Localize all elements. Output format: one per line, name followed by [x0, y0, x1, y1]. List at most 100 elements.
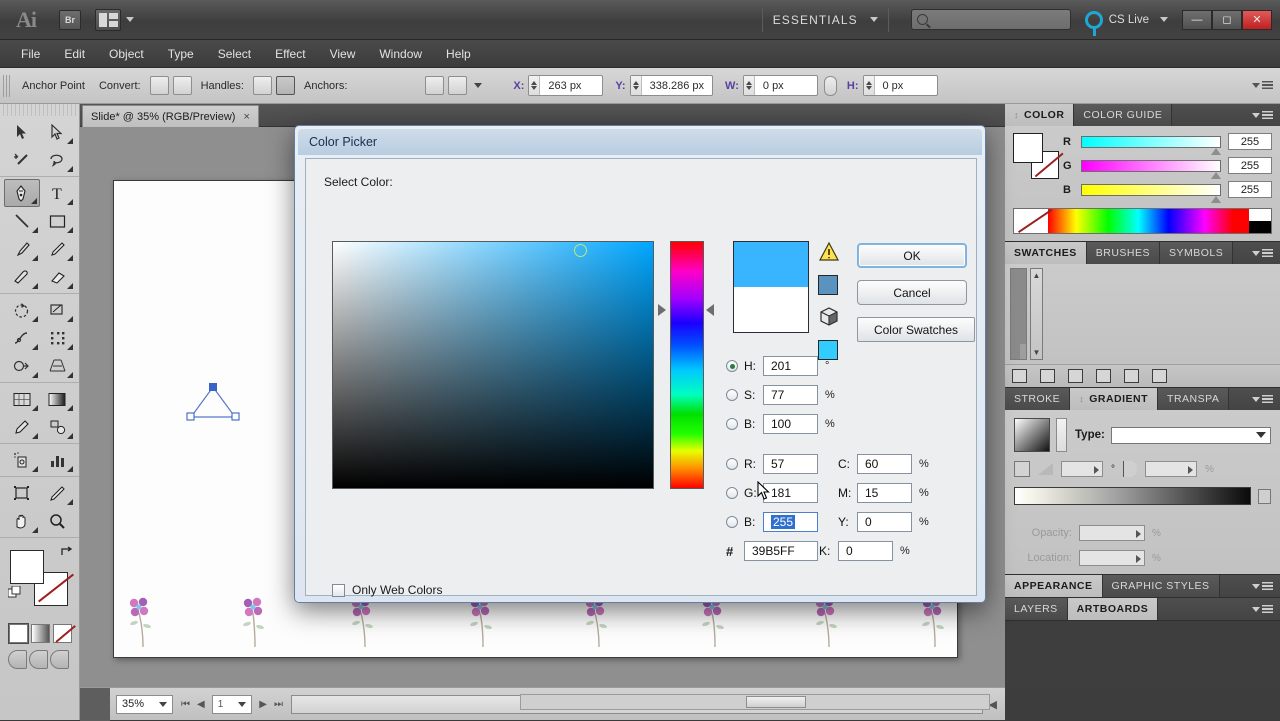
spectrum-ramp[interactable]: [1048, 209, 1249, 233]
color-spectrum-ramp[interactable]: [1013, 208, 1272, 234]
tab-layers[interactable]: LAYERS: [1005, 598, 1068, 620]
symbol-sprayer-tool[interactable]: [4, 446, 40, 474]
appearance-panel-menu-icon[interactable]: [1245, 575, 1280, 597]
magic-wand-tool[interactable]: [4, 146, 40, 174]
rectangle-tool[interactable]: [40, 207, 76, 235]
anchors-chevron-down-icon[interactable]: [474, 83, 483, 88]
cs-live-menu[interactable]: CS Live: [1084, 10, 1168, 36]
tab-appearance[interactable]: APPEARANCE: [1005, 575, 1103, 597]
triangle-shape[interactable]: [182, 381, 244, 425]
saturation-brightness-field[interactable]: [332, 241, 654, 489]
arrange-chevron-down-icon[interactable]: [126, 17, 134, 22]
y-field[interactable]: 338.286 px: [629, 75, 714, 96]
panel-fill-stroke[interactable]: [1013, 133, 1059, 179]
restore-button[interactable]: ◻: [1212, 9, 1242, 30]
gradient-opacity-input[interactable]: [1079, 525, 1145, 541]
y-stepper[interactable]: [630, 76, 642, 95]
tab-color-guide[interactable]: COLOR GUIDE: [1074, 104, 1173, 126]
direct-selection-tool[interactable]: [40, 118, 76, 146]
column-graph-tool[interactable]: [40, 446, 76, 474]
workspace-chevron-down-icon[interactable]: [869, 17, 878, 22]
channel-b-value[interactable]: 255: [1228, 181, 1272, 198]
gradient-type-select[interactable]: [1110, 426, 1271, 444]
distribute-anchors-icon[interactable]: [448, 76, 468, 95]
normal-screen-mode[interactable]: [8, 650, 27, 669]
none-fill-mode[interactable]: [53, 624, 72, 643]
color-field-cursor[interactable]: [574, 244, 587, 257]
gradient-preview-swatch[interactable]: [1014, 418, 1050, 452]
cyan-input[interactable]: 60: [857, 454, 912, 474]
color-fill-mode[interactable]: [8, 623, 29, 644]
swatch-libraries-icon[interactable]: [1012, 369, 1027, 383]
tab-symbols[interactable]: SYMBOLS: [1160, 242, 1234, 264]
swap-fill-stroke-icon[interactable]: [61, 546, 73, 558]
gradient-aspect-input[interactable]: [1145, 461, 1197, 477]
zoom-level-combo[interactable]: 35%: [116, 694, 174, 714]
menu-file[interactable]: File: [10, 43, 51, 65]
show-handles-icon[interactable]: [252, 76, 272, 95]
gradient-panel-menu-icon[interactable]: [1245, 388, 1280, 410]
tab-artboards[interactable]: ARTBOARDS: [1067, 598, 1159, 620]
tab-brushes[interactable]: BRUSHES: [1086, 242, 1160, 264]
tab-transparency[interactable]: TRANSPA: [1158, 388, 1230, 410]
swatch-options-icon[interactable]: [1068, 369, 1083, 383]
swatch-grid[interactable]: [1010, 268, 1027, 360]
tab-graphic-styles[interactable]: GRAPHIC STYLES: [1102, 575, 1220, 597]
color-panel-menu-icon[interactable]: [1245, 104, 1280, 126]
fill-swatch[interactable]: [10, 550, 44, 584]
pen-tool[interactable]: [4, 179, 40, 207]
scale-tool[interactable]: [40, 296, 76, 324]
white-black-swatch[interactable]: [1249, 209, 1271, 233]
menu-select[interactable]: Select: [207, 43, 262, 65]
swatch-cell[interactable]: [1025, 329, 1026, 344]
radio-red[interactable]: [726, 458, 738, 470]
zoom-chevron-down-icon[interactable]: [159, 701, 168, 707]
layers-panel-menu-icon[interactable]: [1245, 598, 1280, 620]
color-picker-dialog[interactable]: Color Picker Select Color: OK Cancel Col…: [294, 125, 986, 603]
saturation-input[interactable]: 77: [763, 385, 818, 405]
new-color-preview[interactable]: [734, 242, 808, 287]
gradient-preset-dropdown[interactable]: [1056, 418, 1067, 452]
hue-slider[interactable]: [670, 241, 704, 489]
ok-button[interactable]: OK: [857, 243, 967, 268]
brightness-input[interactable]: 100: [763, 414, 818, 434]
h-stepper[interactable]: [863, 76, 875, 95]
shape-builder-tool[interactable]: [4, 352, 40, 380]
paintbrush-tool[interactable]: [4, 235, 40, 263]
fullscreen-menubar-mode[interactable]: [29, 650, 48, 669]
fullscreen-mode[interactable]: [50, 650, 69, 669]
menu-edit[interactable]: Edit: [53, 43, 96, 65]
eyedropper-tool[interactable]: [4, 413, 40, 441]
only-web-colors-checkbox[interactable]: [332, 583, 345, 597]
tools-panel-grip[interactable]: [0, 104, 79, 116]
selection-tool[interactable]: [4, 118, 40, 146]
menu-type[interactable]: Type: [157, 43, 205, 65]
close-icon[interactable]: ×: [243, 111, 249, 123]
artboard-chevron-down-icon[interactable]: [238, 701, 247, 707]
free-transform-tool[interactable]: [40, 324, 76, 352]
radio-brightness[interactable]: [726, 418, 738, 430]
channel-g-slider[interactable]: [1081, 159, 1221, 179]
hand-tool[interactable]: [4, 507, 40, 535]
blob-brush-tool[interactable]: [4, 263, 40, 291]
align-anchors-icon[interactable]: [425, 76, 445, 95]
first-artboard-icon[interactable]: ⏮: [181, 699, 190, 710]
gradient-location-input[interactable]: [1079, 550, 1145, 566]
pencil-tool[interactable]: [40, 235, 76, 263]
menu-object[interactable]: Object: [98, 43, 155, 65]
gradient-tool[interactable]: [40, 385, 76, 413]
tab-color[interactable]: ↕ COLOR: [1005, 104, 1075, 126]
hide-handles-icon[interactable]: [275, 76, 295, 95]
convert-to-corner-icon[interactable]: [149, 76, 169, 95]
channel-r-slider[interactable]: [1081, 135, 1221, 155]
tab-stroke[interactable]: STROKE: [1005, 388, 1071, 410]
black-input[interactable]: 0: [838, 541, 893, 561]
menu-window[interactable]: Window: [368, 43, 433, 65]
arrange-documents-button[interactable]: [95, 8, 121, 31]
bridge-button[interactable]: Br: [59, 9, 81, 30]
new-swatch-icon[interactable]: [1124, 369, 1139, 383]
hue-marker-left-icon[interactable]: [658, 304, 666, 316]
isolate-icon[interactable]: [484, 76, 503, 95]
close-button[interactable]: ✕: [1242, 9, 1272, 30]
color-swatches-button[interactable]: Color Swatches: [857, 317, 975, 342]
